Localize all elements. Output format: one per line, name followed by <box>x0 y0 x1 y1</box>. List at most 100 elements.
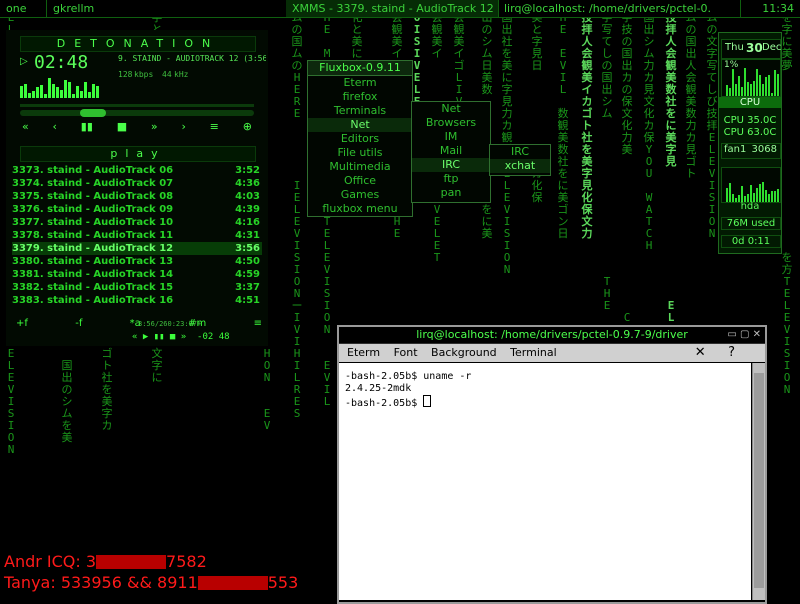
playlist-item[interactable]: 3376. staind - AudioTrack 09 4:39 <box>12 203 262 216</box>
net-item-irc[interactable]: IRC <box>412 158 490 172</box>
net-submenu: Net Browsers IM Mail IRC ftp pan <box>411 101 491 203</box>
remove-file-button[interactable]: -f <box>75 318 82 332</box>
help-icon[interactable]: ? <box>728 345 735 360</box>
menu-item-games[interactable]: Games <box>308 188 412 202</box>
track-duration: 4:50 <box>235 256 260 267</box>
track-duration: 3:56 <box>235 243 260 254</box>
pause-icon[interactable]: ▮▮ <box>81 120 93 136</box>
irc-submenu: IRC xchat <box>489 144 551 176</box>
playlist-item[interactable]: 3378. staind - AudioTrack 11 4:31 <box>12 229 262 242</box>
fluxbox-menu-title: Fluxbox-0.9.11 <box>308 61 412 76</box>
menu-item-fluxbox-menu[interactable]: fluxbox menu <box>308 202 412 216</box>
net-item-browsers[interactable]: Browsers <box>412 116 490 130</box>
net-item-mail[interactable]: Mail <box>412 144 490 158</box>
scrollbar-thumb[interactable] <box>754 373 764 588</box>
track-duration: 4:36 <box>235 178 260 189</box>
maximize-icon[interactable]: ▢ <box>740 329 749 340</box>
terminal-output[interactable]: -bash-2.05b$ uname -r 2.4.25-2mdk -bash-… <box>339 363 751 600</box>
bitrate: 128 <box>118 70 133 79</box>
redacted-block <box>197 576 268 590</box>
uptime: 0d 0:11 <box>721 235 781 248</box>
forward-icon[interactable]: › <box>181 120 185 136</box>
track-title: 3377. staind - AudioTrack 10 <box>12 217 174 228</box>
irc-item-irc[interactable]: IRC <box>490 145 550 159</box>
playlist-item[interactable]: 3383. staind - AudioTrack 16 4:51 <box>12 294 262 307</box>
playlist-item[interactable]: 3380. staind - AudioTrack 13 4:50 <box>12 255 262 268</box>
task-xmms[interactable]: XMMS - 3379. staind - AudioTrack 12 ( <box>286 0 499 17</box>
track-title: 3381. staind - AudioTrack 14 <box>12 269 174 280</box>
task-terminal[interactable]: lirq@localhost: /home/drivers/pctel-0. <box>498 0 741 17</box>
terminal-titlebar[interactable]: lirq@localhost: /home/drivers/pctel-0.9.… <box>339 327 765 344</box>
close-icon[interactable]: ✕ <box>695 345 706 360</box>
playlist-item[interactable]: 3379. staind - AudioTrack 12 3:56 <box>12 242 262 255</box>
mini-time: -02 48 <box>197 332 230 342</box>
terminal-title: lirq@localhost: /home/drivers/pctel-0.9.… <box>416 328 688 341</box>
matrix-column: ー ム の 国 ム の H E R E I E L E V I S I O N … <box>291 0 303 420</box>
next-icon[interactable]: » <box>151 120 158 136</box>
track-title: 3379. staind - AudioTrack 12 <box>12 243 174 254</box>
matrix-column: T H E E V I L 数 観 美 数 社 を に 美 ゴ ン 日 <box>557 0 569 240</box>
menu-item-file-utils[interactable]: File utils <box>308 146 412 160</box>
menu-background[interactable]: Background <box>431 346 497 359</box>
playlist-item[interactable]: 3375. staind - AudioTrack 08 4:03 <box>12 190 262 203</box>
track-title: 3374. staind - AudioTrack 07 <box>12 178 174 189</box>
options-icon[interactable]: ⊕ <box>243 120 252 136</box>
menu-icon[interactable]: ≡ <box>210 120 219 136</box>
workspace-label[interactable]: one <box>0 0 47 17</box>
menu-item-firefox[interactable]: firefox <box>308 90 412 104</box>
menu-item-editors[interactable]: Editors <box>308 132 412 146</box>
playlist-header: play <box>20 146 256 162</box>
menu-item-multimedia[interactable]: Multimedia <box>308 160 412 174</box>
prev-icon[interactable]: « <box>22 120 29 136</box>
net-item-pan[interactable]: pan <box>412 186 490 200</box>
track-duration: 4:51 <box>235 295 260 306</box>
list-menu-icon[interactable]: ≡ <box>254 318 262 332</box>
samplerate: 44 <box>162 70 172 79</box>
track-title: 3376. staind - AudioTrack 09 <box>12 204 174 215</box>
seek-knob[interactable] <box>80 109 106 117</box>
menu-eterm[interactable]: Eterm <box>347 346 380 359</box>
playlist-item[interactable]: 3381. staind - AudioTrack 14 4:59 <box>12 268 262 281</box>
matrix-column: の 国 出 社 を 美 に 字 見 力 カ 観 ゴ T E L E V I S … <box>501 0 513 276</box>
fan-label: fan1 <box>724 144 747 155</box>
close-icon[interactable]: ✕ <box>753 329 761 340</box>
menu-terminal[interactable]: Terminal <box>510 346 557 359</box>
redacted-block <box>96 555 167 569</box>
track-title: 3375. staind - AudioTrack 08 <box>12 191 174 202</box>
playlist-item[interactable]: 3377. staind - AudioTrack 10 4:16 <box>12 216 262 229</box>
terminal-line: -bash-2.05b$ <box>345 395 745 410</box>
task-gkrellm[interactable]: gkrellm <box>47 0 292 17</box>
terminal-scrollbar[interactable] <box>752 363 765 600</box>
play-indicator-icon: ▷ <box>20 56 28 67</box>
eterm-window: lirq@localhost: /home/drivers/pctel-0.9.… <box>337 325 767 604</box>
playlist-total-time: 3:56/260:23:07+ <box>138 320 202 328</box>
playlist-item[interactable]: 3382. staind - AudioTrack 15 3:37 <box>12 281 262 294</box>
net-item-net[interactable]: Net <box>412 102 490 116</box>
minimize-icon[interactable]: ▭ <box>727 329 736 340</box>
net-item-im[interactable]: IM <box>412 130 490 144</box>
add-file-button[interactable]: +f <box>16 318 28 332</box>
net-item-ftp[interactable]: ftp <box>412 172 490 186</box>
fan-value: 3068 <box>751 144 777 155</box>
track-title: 3378. staind - AudioTrack 11 <box>12 230 174 241</box>
seek-bar[interactable] <box>20 109 254 117</box>
menu-item-net[interactable]: Net <box>308 118 412 132</box>
matrix-column: 忠 を 字 に 美 夢 を 方 T E L E V I S I O N <box>781 0 793 396</box>
cpu-temp-2: CPU 63.0C <box>723 127 777 138</box>
track-title: 3373. staind - AudioTrack 06 <box>12 165 174 176</box>
samplerate-unit: kHz <box>174 70 189 79</box>
day-number: 30 <box>746 41 763 55</box>
volume-slider[interactable] <box>20 104 254 107</box>
stop-icon[interactable]: ■ <box>117 120 127 136</box>
menu-item-terminals[interactable]: Terminals <box>308 104 412 118</box>
track-duration: 4:03 <box>235 191 260 202</box>
menu-font[interactable]: Font <box>394 346 418 359</box>
playlist-item[interactable]: 3373. staind - AudioTrack 06 3:52 <box>12 164 262 177</box>
cpu-label: CPU <box>719 97 781 108</box>
playlist-item[interactable]: 3374. staind - AudioTrack 07 4:36 <box>12 177 262 190</box>
rewind-icon[interactable]: ‹ <box>53 120 57 136</box>
mini-controls[interactable]: « ▶ ▮▮ ■ » -02 48 <box>132 332 230 342</box>
menu-item-eterm[interactable]: Eterm <box>308 76 412 90</box>
irc-item-xchat[interactable]: xchat <box>490 159 550 173</box>
menu-item-office[interactable]: Office <box>308 174 412 188</box>
